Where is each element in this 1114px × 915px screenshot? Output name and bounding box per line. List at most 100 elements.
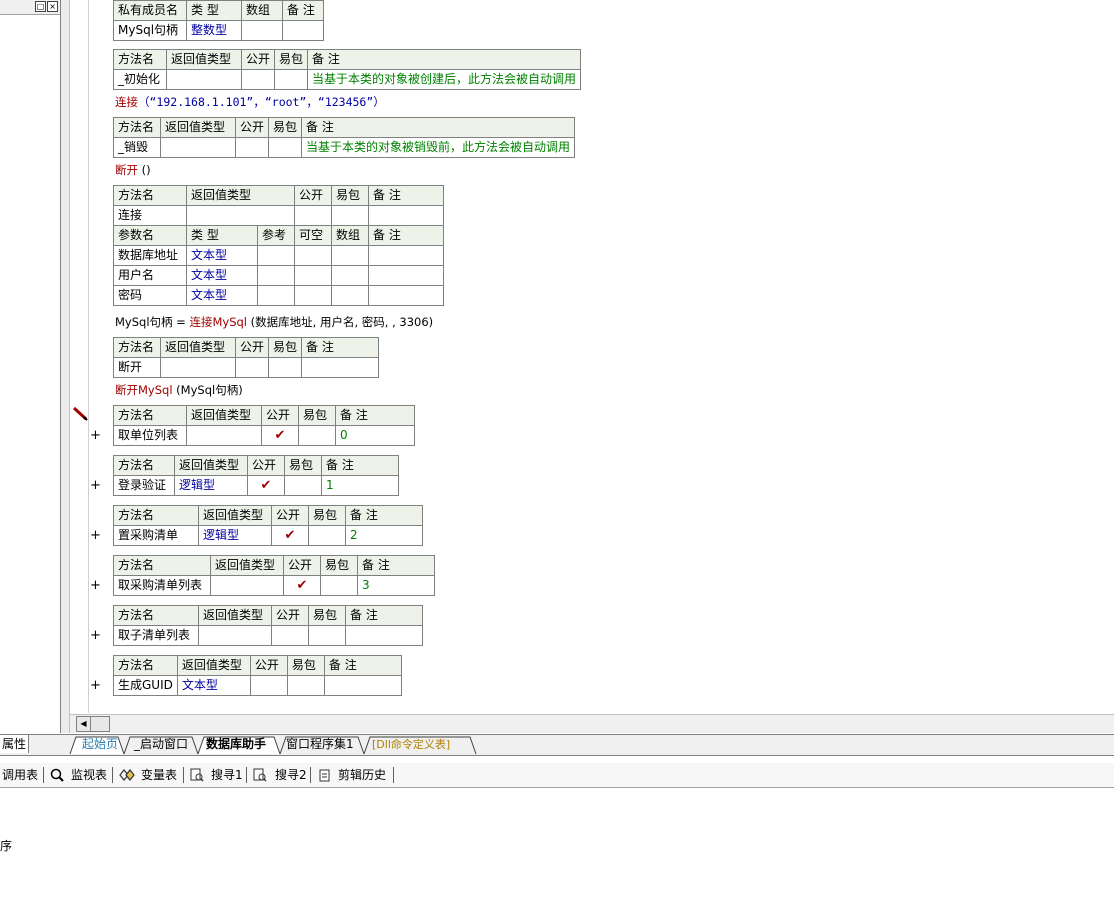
code-line-destroy[interactable]: 断开 (): [115, 162, 151, 178]
method-easypack[interactable]: [308, 625, 346, 646]
scrollbar-thumb[interactable]: [90, 716, 110, 732]
scroll-left-icon[interactable]: ◀: [76, 716, 91, 732]
method-name[interactable]: 生成GUID: [113, 675, 178, 696]
param-ref[interactable]: [257, 265, 295, 286]
method-easypack[interactable]: [274, 69, 309, 90]
method-note[interactable]: [345, 625, 423, 646]
public-check-icon[interactable]: ✔: [247, 475, 285, 496]
pencil-icon[interactable]: [72, 406, 88, 422]
tab-properties[interactable]: 属性: [0, 735, 30, 753]
param-note[interactable]: [368, 285, 444, 306]
tab-start-page[interactable]: 起始页: [80, 736, 120, 753]
method-return[interactable]: 逻辑型: [174, 475, 248, 496]
expand-icon[interactable]: +: [90, 678, 101, 693]
method-note[interactable]: [301, 357, 380, 378]
search2-button[interactable]: 搜寻2: [275, 767, 307, 783]
code-line-connect[interactable]: MySql句柄 = 连接MySql (数据库地址, 用户名, 密码, , 330…: [115, 314, 433, 330]
restore-icon[interactable]: □: [35, 1, 46, 12]
param-nullable[interactable]: [294, 285, 332, 306]
param-nullable[interactable]: [294, 265, 332, 286]
method-public[interactable]: [294, 205, 332, 226]
method-return[interactable]: [210, 575, 284, 596]
tab-database-helper[interactable]: 数据库助手: [204, 736, 268, 753]
member-note[interactable]: [282, 20, 324, 41]
method-return[interactable]: [198, 625, 272, 646]
expand-icon[interactable]: +: [90, 528, 101, 543]
param-array[interactable]: [331, 245, 369, 266]
method-note[interactable]: 3: [357, 575, 435, 596]
param-name[interactable]: 数据库地址: [113, 245, 187, 266]
method-note[interactable]: 2: [345, 525, 423, 546]
tab-startup-window[interactable]: _启动窗口: [132, 736, 190, 753]
output-panel[interactable]: 序: [0, 789, 1114, 915]
method-note[interactable]: 当基于本类的对象被销毁前，此方法会被自动调用: [301, 137, 576, 158]
param-array[interactable]: [331, 265, 369, 286]
param-type[interactable]: 文本型: [186, 245, 258, 266]
close-icon[interactable]: ×: [47, 1, 58, 12]
method-name[interactable]: 取采购清单列表: [113, 575, 211, 596]
public-check-icon[interactable]: ✔: [283, 575, 321, 596]
method-name[interactable]: 断开: [113, 357, 161, 378]
method-public[interactable]: [234, 137, 270, 158]
method-return[interactable]: 逻辑型: [198, 525, 272, 546]
param-array[interactable]: [331, 285, 369, 306]
method-return[interactable]: 文本型: [176, 675, 251, 696]
tab-dll-commands[interactable]: [Dll命令定义表]: [370, 736, 452, 753]
method-easypack[interactable]: [284, 475, 322, 496]
call-table-button[interactable]: 调用表: [2, 767, 38, 783]
param-name[interactable]: 密码: [113, 285, 187, 306]
method-easypack[interactable]: [286, 675, 325, 696]
param-ref[interactable]: [257, 245, 295, 266]
expand-icon[interactable]: +: [90, 578, 101, 593]
method-easypack[interactable]: [268, 137, 303, 158]
method-name[interactable]: _销毁: [113, 137, 161, 158]
method-easypack[interactable]: [331, 205, 369, 226]
method-note[interactable]: 当基于本类的对象被创建后，此方法会被自动调用: [307, 69, 582, 90]
method-name[interactable]: 连接: [113, 205, 187, 226]
search1-button[interactable]: 搜寻1: [211, 767, 243, 783]
expand-icon[interactable]: +: [90, 428, 101, 443]
method-easypack[interactable]: [268, 357, 303, 378]
method-note[interactable]: [323, 675, 402, 696]
method-public[interactable]: [240, 69, 276, 90]
method-easypack[interactable]: [308, 525, 346, 546]
method-return[interactable]: [160, 357, 236, 378]
member-name[interactable]: MySql句柄: [113, 20, 187, 41]
clip-history-button[interactable]: 剪辑历史: [338, 767, 386, 783]
horizontal-scrollbar[interactable]: ◀: [70, 714, 1114, 733]
expand-icon[interactable]: +: [90, 478, 101, 493]
method-return[interactable]: [166, 69, 242, 90]
code-line-disconnect[interactable]: 断开MySql (MySql句柄): [115, 382, 243, 398]
method-return[interactable]: [160, 137, 236, 158]
method-name[interactable]: 取子清单列表: [113, 625, 199, 646]
method-note[interactable]: 0: [335, 425, 415, 446]
method-name[interactable]: _初始化: [113, 69, 167, 90]
splitter[interactable]: [61, 0, 70, 733]
member-array[interactable]: [241, 20, 283, 41]
code-line-init[interactable]: 连接（“192.168.1.101”，“root”，“123456”）: [115, 94, 385, 110]
param-ref[interactable]: [257, 285, 295, 306]
code-editor[interactable]: 私有成员名 类 型 数组 备 注 MySql句柄 整数型 方法名 返回值类型 公…: [70, 0, 1114, 713]
variable-table-button[interactable]: 变量表: [141, 767, 177, 783]
method-name[interactable]: 取单位列表: [113, 425, 187, 446]
method-easypack[interactable]: [320, 575, 358, 596]
method-name[interactable]: 登录验证: [113, 475, 175, 496]
expand-icon[interactable]: +: [90, 628, 101, 643]
tab-window-assembly[interactable]: 窗口程序集1: [284, 736, 356, 753]
method-public[interactable]: [249, 675, 288, 696]
param-note[interactable]: [368, 265, 444, 286]
param-nullable[interactable]: [294, 245, 332, 266]
method-public[interactable]: [271, 625, 309, 646]
param-type[interactable]: 文本型: [186, 285, 258, 306]
param-name[interactable]: 用户名: [113, 265, 187, 286]
method-return[interactable]: [186, 425, 262, 446]
public-check-icon[interactable]: ✔: [261, 425, 299, 446]
watch-table-button[interactable]: 监视表: [71, 767, 107, 783]
method-easypack[interactable]: [298, 425, 336, 446]
member-type[interactable]: 整数型: [186, 20, 242, 41]
method-note[interactable]: [368, 205, 444, 226]
method-return[interactable]: [186, 205, 295, 226]
param-type[interactable]: 文本型: [186, 265, 258, 286]
method-public[interactable]: [234, 357, 270, 378]
method-note[interactable]: 1: [321, 475, 399, 496]
